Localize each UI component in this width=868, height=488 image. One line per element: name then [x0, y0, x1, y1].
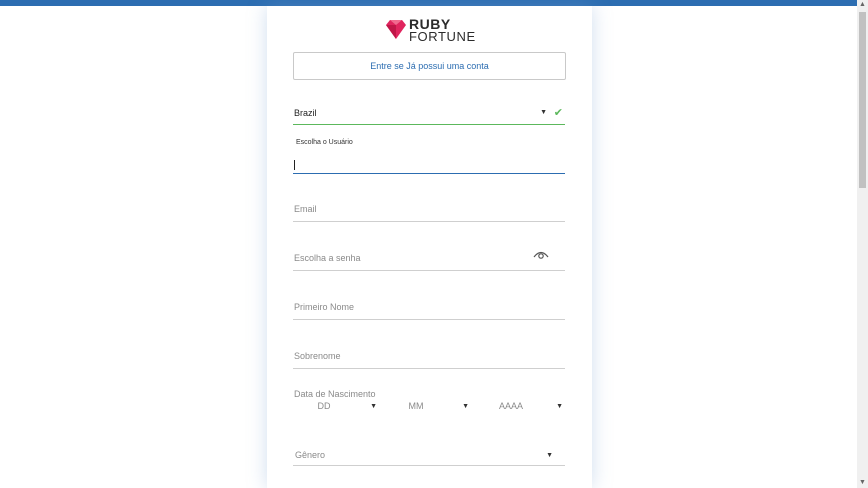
last-name-input[interactable]: Sobrenome — [293, 348, 565, 369]
username-label: Escolha o Usuário — [296, 139, 353, 146]
email-placeholder: Email — [294, 204, 317, 214]
password-underline — [293, 270, 565, 271]
birth-day-placeholder: DD — [317, 401, 331, 411]
first-name-placeholder: Primeiro Nome — [294, 302, 355, 312]
scroll-up-arrow-icon[interactable]: ▲ — [857, 0, 868, 10]
country-select[interactable]: Brazil ▼ ✔ — [293, 105, 565, 125]
birth-year-placeholder: AAAA — [498, 401, 523, 411]
gender-underline — [293, 465, 565, 466]
page-scrollbar[interactable]: ▲ ▼ — [857, 0, 868, 488]
caret-down-icon: ▼ — [540, 109, 547, 116]
password-placeholder: Escolha a senha — [294, 253, 361, 263]
caret-down-icon: ▼ — [370, 403, 377, 410]
caret-down-icon: ▼ — [462, 403, 469, 410]
birth-month-placeholder: MM — [408, 401, 424, 411]
ruby-gem-icon — [386, 20, 406, 39]
birth-month-select[interactable]: MM ▼ — [386, 399, 471, 418]
birthdate-label: Data de Nascimento — [294, 389, 376, 399]
email-input[interactable]: Email — [293, 202, 565, 222]
password-input[interactable]: Escolha a senha — [293, 249, 565, 271]
scrollbar-thumb[interactable] — [859, 12, 866, 188]
email-underline — [293, 221, 565, 222]
first-name-underline — [293, 319, 565, 320]
username-underline — [293, 172, 565, 174]
text-cursor — [294, 160, 295, 170]
last-name-placeholder: Sobrenome — [294, 351, 341, 361]
gender-select[interactable]: Gênero ▼ — [293, 448, 565, 466]
first-name-input[interactable]: Primeiro Nome — [293, 299, 565, 320]
registration-form: RUBY FORTUNE Entre se Já possui uma cont… — [267, 6, 592, 488]
birth-day-select[interactable]: DD ▼ — [294, 399, 379, 418]
country-underline — [293, 123, 565, 125]
eye-icon[interactable] — [533, 249, 549, 261]
caret-down-icon: ▼ — [556, 403, 563, 410]
country-value: Brazil — [294, 108, 317, 118]
existing-account-login-button[interactable]: Entre se Já possui uma conta — [293, 52, 566, 80]
last-name-underline — [293, 368, 565, 369]
check-icon: ✔ — [553, 107, 563, 119]
birth-year-select[interactable]: AAAA ▼ — [478, 399, 565, 418]
username-input[interactable] — [293, 158, 565, 174]
gender-placeholder: Gênero — [295, 450, 326, 460]
ruby-fortune-logo[interactable]: RUBY FORTUNE — [386, 17, 476, 43]
logo-text-fortune: FORTUNE — [409, 29, 476, 44]
caret-down-icon: ▼ — [546, 452, 553, 459]
scroll-down-arrow-icon[interactable]: ▼ — [857, 478, 868, 488]
